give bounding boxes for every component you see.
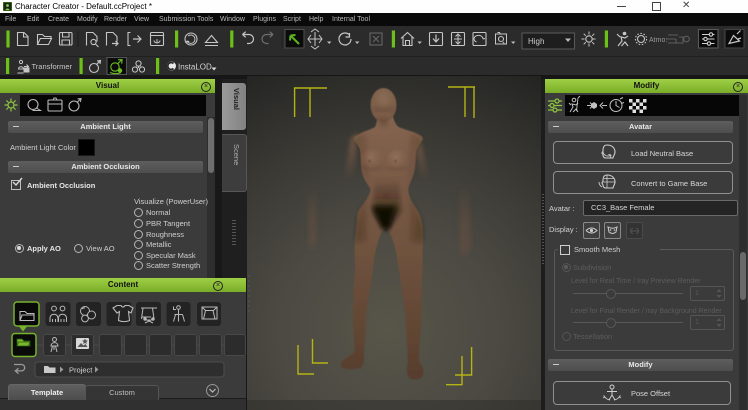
svg-text:Project: Project [69,366,93,375]
svg-text:InstaLOD: InstaLOD [178,63,212,72]
svg-text:High: High [528,37,544,46]
svg-text:Atmo:: Atmo: [649,37,667,44]
svg-text:Transformer: Transformer [32,62,73,71]
